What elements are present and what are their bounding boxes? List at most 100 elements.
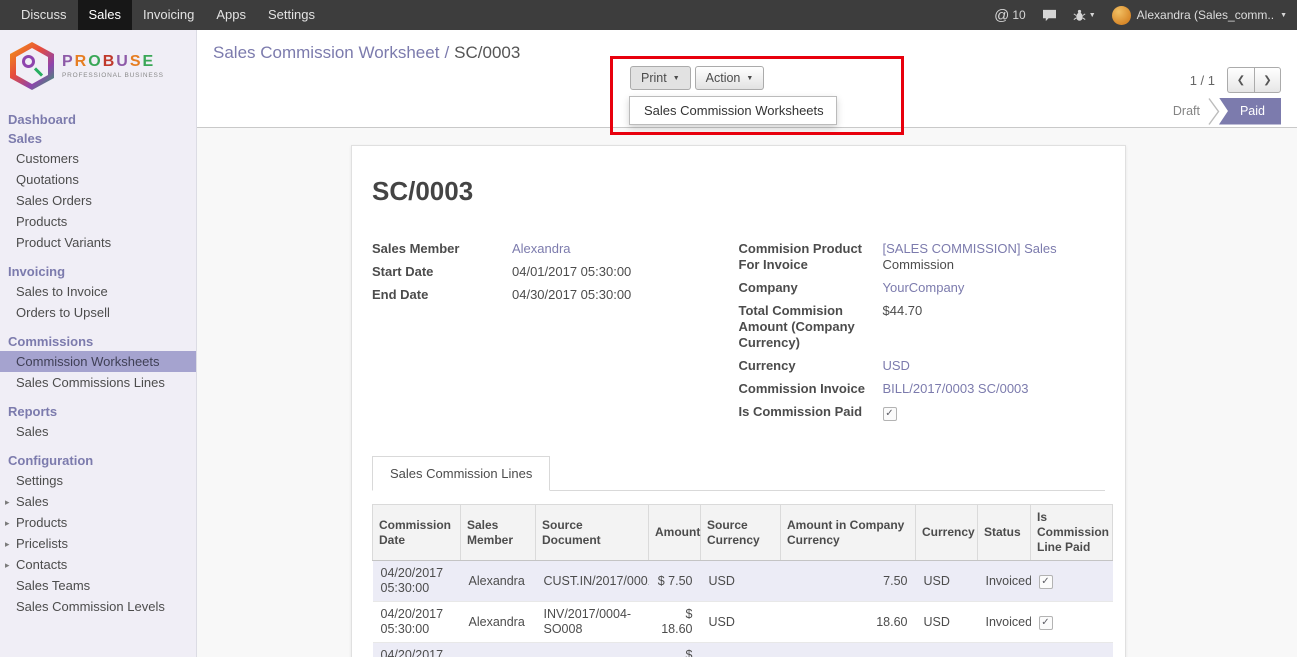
sidebar-item-sales-commissions-lines[interactable]: Sales Commissions Lines (0, 372, 196, 393)
pager: 1 / 1 ❮ ❯ (1190, 67, 1281, 93)
sidebar-item-contacts[interactable]: ▸Contacts (0, 554, 196, 575)
cell-status: Invoiced (978, 561, 1031, 602)
logo-hexagon-icon (10, 42, 54, 90)
pager-previous-button[interactable]: ❮ (1227, 67, 1254, 93)
sidebar-item-commission-worksheets[interactable]: Commission Worksheets (0, 351, 196, 372)
sidebar: PROBUSE PROFESSIONAL BUSINESS Dashboard … (0, 30, 197, 657)
sidebar-item-pricelists[interactable]: ▸Pricelists (0, 533, 196, 554)
cell-amount-company: 7.50 (781, 561, 916, 602)
cell-commission-date: 04/20/2017 05:30:00 (373, 561, 461, 602)
messaging-menu[interactable]: @ 10 (994, 7, 1026, 24)
sidebar-item-sales-orders[interactable]: Sales Orders (0, 190, 196, 211)
sidebar-item-sales-commission-levels[interactable]: Sales Commission Levels (0, 596, 196, 617)
cell-source-currency: USD (701, 561, 781, 602)
chat-icon[interactable] (1042, 9, 1057, 22)
cell-amount-company: 18.60 (781, 643, 916, 657)
commission-invoice-value[interactable]: BILL/2017/0003 SC/0003 (883, 381, 1029, 396)
sidebar-section-dashboard[interactable]: Dashboard (0, 110, 196, 129)
sidebar-section-sales[interactable]: Sales (0, 129, 196, 148)
cell-line-paid: ✓ (1031, 602, 1113, 643)
status-arrow-separator (1208, 98, 1220, 125)
sidebar-section-invoicing[interactable]: Invoicing (0, 262, 196, 281)
sidebar-item-config-sales[interactable]: ▸Sales (0, 491, 196, 512)
cell-source-document: CUST.IN/2017/0001 (536, 561, 649, 602)
status-paid[interactable]: Paid (1219, 98, 1281, 125)
breadcrumb: Sales Commission Worksheet/SC/0003 (197, 30, 1297, 63)
commission-invoice-label: Commission Invoice (739, 381, 883, 397)
action-buttons: Print▼ Action▼ (630, 66, 764, 90)
check-icon: ✓ (1040, 617, 1052, 629)
col-amount[interactable]: Amount (649, 505, 701, 561)
check-icon: ✓ (1040, 576, 1052, 588)
main-menu: Discuss Sales Invoicing Apps Settings (0, 0, 326, 30)
sidebar-section-configuration[interactable]: Configuration (0, 451, 196, 470)
menu-apps[interactable]: Apps (205, 0, 257, 30)
table-row[interactable]: 04/20/2017 05:30:00 Alexandra INV/2017/0… (373, 602, 1113, 643)
cell-currency: USD (916, 561, 978, 602)
commission-product-value-rest: Commission (883, 257, 955, 272)
print-button[interactable]: Print▼ (630, 66, 691, 90)
avatar (1112, 6, 1131, 25)
table-row[interactable]: 04/20/2017 10:35:53 Alexandra SO008 $ 18… (373, 643, 1113, 657)
table-row[interactable]: 04/20/2017 05:30:00 Alexandra CUST.IN/20… (373, 561, 1113, 602)
col-source-currency[interactable]: Source Currency (701, 505, 781, 561)
sidebar-section-commissions[interactable]: Commissions (0, 332, 196, 351)
total-commission-value: $44.70 (883, 303, 1106, 351)
line-paid-checkbox[interactable]: ✓ (1039, 575, 1053, 589)
sidebar-item-quotations[interactable]: Quotations (0, 169, 196, 190)
col-is-commission-line-paid[interactable]: Is Commission Line Paid (1031, 505, 1113, 561)
sidebar-section-reports[interactable]: Reports (0, 402, 196, 421)
menu-settings[interactable]: Settings (257, 0, 326, 30)
pager-next-button[interactable]: ❯ (1254, 67, 1281, 93)
sidebar-item-products[interactable]: Products (0, 211, 196, 232)
sidebar-item-reports-sales[interactable]: Sales (0, 421, 196, 442)
sidebar-item-config-products[interactable]: ▸Products (0, 512, 196, 533)
cell-source-document: INV/2017/0004-SO008 (536, 602, 649, 643)
check-icon: ✓ (884, 408, 896, 420)
commission-lines-table: Commission Date Sales Member Source Docu… (372, 504, 1113, 657)
company-value[interactable]: YourCompany (883, 280, 965, 295)
tab-sales-commission-lines[interactable]: Sales Commission Lines (372, 456, 550, 491)
topbar-right: @ 10 ▼ Alexandra (Sales_comm.. ▼ (994, 0, 1297, 30)
action-button[interactable]: Action▼ (695, 66, 765, 90)
form-sheet: SC/0003 Sales Member Alexandra Start Dat… (351, 145, 1126, 657)
user-name: Alexandra (Sales_comm.. (1137, 8, 1274, 22)
sidebar-item-sales-to-invoice[interactable]: Sales to Invoice (0, 281, 196, 302)
col-amount-company-currency[interactable]: Amount in Company Currency (781, 505, 916, 561)
sidebar-item-sales-teams[interactable]: Sales Teams (0, 575, 196, 596)
menu-discuss[interactable]: Discuss (10, 0, 78, 30)
control-panel: Sales Commission Worksheet/SC/0003 Print… (197, 30, 1297, 95)
currency-label: Currency (739, 358, 883, 374)
cell-line-paid: ✓ (1031, 643, 1113, 657)
dropdown-item-sales-commission-worksheets[interactable]: Sales Commission Worksheets (630, 97, 836, 124)
commission-product-value[interactable]: [SALES COMMISSION] Sales (883, 241, 1057, 256)
caret-down-icon: ▼ (1089, 12, 1096, 19)
cell-commission-date: 04/20/2017 05:30:00 (373, 602, 461, 643)
expand-arrow-icon: ▸ (5, 495, 10, 510)
col-sales-member[interactable]: Sales Member (461, 505, 536, 561)
breadcrumb-parent[interactable]: Sales Commission Worksheet (213, 43, 439, 62)
status-draft[interactable]: Draft (1165, 104, 1208, 118)
sidebar-item-orders-to-upsell[interactable]: Orders to Upsell (0, 302, 196, 323)
user-menu[interactable]: Alexandra (Sales_comm.. ▼ (1112, 6, 1287, 25)
col-currency[interactable]: Currency (916, 505, 978, 561)
debug-menu[interactable]: ▼ (1073, 9, 1096, 22)
menu-sales[interactable]: Sales (78, 0, 133, 30)
breadcrumb-separator: / (444, 43, 449, 62)
logo-title: PROBUSE (62, 53, 164, 70)
sidebar-item-product-variants[interactable]: Product Variants (0, 232, 196, 253)
sidebar-item-settings[interactable]: Settings (0, 470, 196, 491)
col-status[interactable]: Status (978, 505, 1031, 561)
start-date-value: 04/01/2017 05:30:00 (512, 264, 739, 280)
cell-sales-member: Alexandra (461, 643, 536, 657)
cell-line-paid: ✓ (1031, 561, 1113, 602)
app-logo[interactable]: PROBUSE PROFESSIONAL BUSINESS (0, 30, 196, 98)
col-commission-date[interactable]: Commission Date (373, 505, 461, 561)
is-commission-paid-checkbox[interactable]: ✓ (883, 407, 897, 421)
col-source-document[interactable]: Source Document (536, 505, 649, 561)
sales-member-value[interactable]: Alexandra (512, 241, 571, 256)
menu-invoicing[interactable]: Invoicing (132, 0, 205, 30)
line-paid-checkbox[interactable]: ✓ (1039, 616, 1053, 630)
sidebar-item-customers[interactable]: Customers (0, 148, 196, 169)
currency-value[interactable]: USD (883, 358, 910, 373)
